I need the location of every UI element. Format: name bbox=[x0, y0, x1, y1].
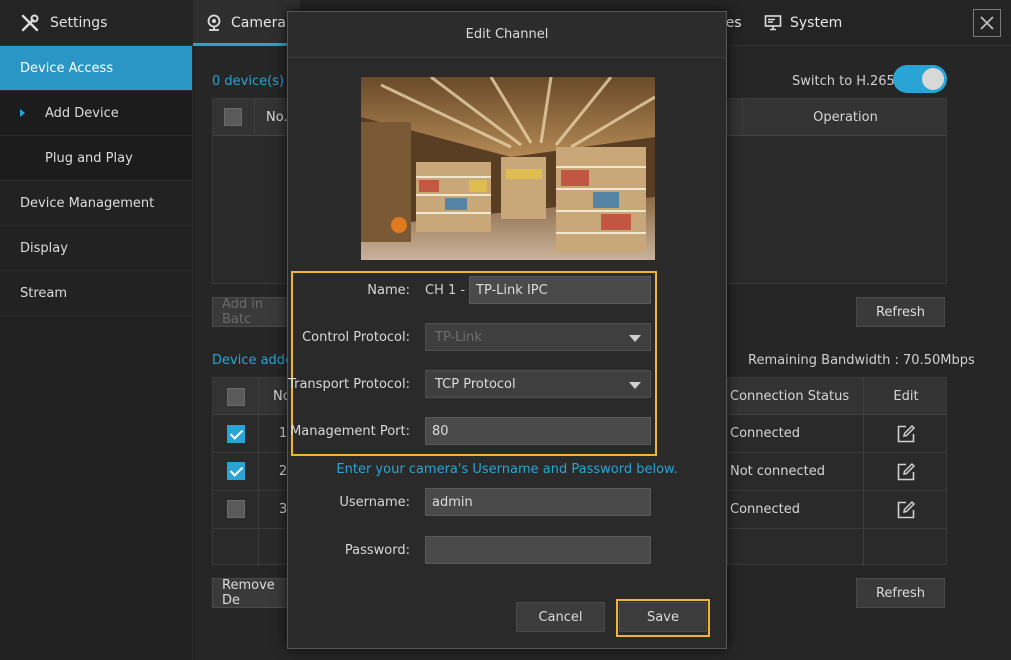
sidebar-item-label: Device Access bbox=[20, 60, 114, 76]
tab-camera[interactable]: Camera bbox=[193, 0, 300, 46]
edit-icon[interactable] bbox=[896, 500, 916, 520]
chevron-down-icon bbox=[629, 382, 641, 389]
add-in-batch-button[interactable]: Add in Batc bbox=[212, 297, 292, 327]
h265-toggle[interactable] bbox=[893, 65, 947, 93]
row-checkbox[interactable] bbox=[227, 462, 245, 480]
refresh-button-top[interactable]: Refresh bbox=[856, 297, 945, 327]
close-icon bbox=[980, 16, 994, 30]
username-label: Username: bbox=[339, 495, 410, 510]
h265-switch-label: Switch to H.265 bbox=[792, 74, 895, 89]
tab-camera-label: Camera bbox=[231, 15, 286, 31]
save-button[interactable]: Save bbox=[619, 602, 707, 632]
username-input[interactable]: admin bbox=[425, 488, 651, 516]
edit-icon[interactable] bbox=[896, 462, 916, 482]
channel-prefix: CH 1 - bbox=[425, 283, 466, 298]
select-all-checkbox[interactable] bbox=[224, 108, 242, 126]
control-protocol-select[interactable]: TP-Link bbox=[425, 323, 651, 351]
sidebar-item-display[interactable]: Display bbox=[0, 226, 192, 271]
app-brand: Settings bbox=[0, 0, 193, 46]
credentials-hint: Enter your camera's Username and Passwor… bbox=[336, 462, 678, 477]
chevron-down-icon bbox=[629, 335, 641, 342]
sidebar-item-stream[interactable]: Stream bbox=[0, 271, 192, 316]
caret-right-icon bbox=[20, 109, 25, 117]
sidebar-item-device-access[interactable]: Device Access bbox=[0, 46, 192, 91]
refresh-label: Refresh bbox=[875, 304, 926, 320]
control-protocol-label: Control Protocol: bbox=[302, 330, 410, 345]
refresh-label: Refresh bbox=[875, 585, 926, 601]
sidebar: Device Access Add Device Plug and Play D… bbox=[0, 46, 193, 660]
tools-icon bbox=[21, 14, 39, 32]
management-port-label: Management Port: bbox=[290, 424, 410, 439]
password-label: Password: bbox=[344, 543, 410, 558]
cancel-button[interactable]: Cancel bbox=[516, 602, 605, 632]
tab-system[interactable]: System bbox=[764, 0, 842, 46]
app-title: Settings bbox=[50, 15, 108, 31]
found-devices-text: 0 device(s) f bbox=[212, 74, 293, 89]
row-checkbox[interactable] bbox=[227, 500, 245, 518]
refresh-button-bottom[interactable]: Refresh bbox=[856, 578, 945, 608]
add-in-batch-label: Add in Batc bbox=[222, 297, 264, 327]
col-operation-header: Operation bbox=[813, 110, 878, 125]
edit-icon[interactable] bbox=[896, 424, 916, 444]
sidebar-item-label: Plug and Play bbox=[45, 150, 133, 166]
row-checkbox[interactable] bbox=[227, 425, 245, 443]
dialog-title: Edit Channel bbox=[288, 12, 726, 58]
sidebar-item-add-device[interactable]: Add Device bbox=[0, 91, 192, 136]
select-all-checkbox[interactable] bbox=[227, 388, 245, 406]
sidebar-item-plug-and-play[interactable]: Plug and Play bbox=[0, 136, 192, 181]
save-label: Save bbox=[647, 609, 679, 625]
device-added-text: Device adde bbox=[212, 353, 294, 368]
tab-system-label: System bbox=[790, 15, 843, 31]
sidebar-item-label: Stream bbox=[20, 285, 68, 301]
monitor-icon bbox=[764, 15, 782, 31]
cancel-label: Cancel bbox=[538, 609, 583, 625]
row-status: Not connected bbox=[730, 464, 825, 479]
remaining-bandwidth-text: Remaining Bandwidth : 70.50Mbps bbox=[748, 353, 975, 368]
col-no-header: No. bbox=[266, 110, 288, 125]
name-label: Name: bbox=[367, 283, 410, 298]
control-protocol-value: TP-Link bbox=[435, 329, 482, 345]
sidebar-item-label: Add Device bbox=[45, 105, 119, 121]
remove-device-button[interactable]: Remove De bbox=[212, 578, 292, 608]
management-port-input[interactable]: 80 bbox=[425, 417, 651, 445]
row-status: Connected bbox=[730, 502, 801, 517]
sidebar-item-label: Device Management bbox=[20, 195, 155, 211]
sidebar-item-device-management[interactable]: Device Management bbox=[0, 181, 192, 226]
col-edit-header: Edit bbox=[893, 389, 919, 404]
edit-channel-dialog: Edit Channel Name: CH 1 - TP-Link IPC Co… bbox=[287, 11, 727, 649]
name-input[interactable]: TP-Link IPC bbox=[469, 276, 651, 304]
top-nav: Camera bbox=[193, 0, 300, 46]
col-connection-status-header: Connection Status bbox=[730, 389, 850, 404]
row-status: Connected bbox=[730, 426, 801, 441]
remove-device-label: Remove De bbox=[222, 578, 275, 608]
transport-protocol-label: Transport Protocol: bbox=[288, 377, 410, 392]
close-button[interactable] bbox=[973, 9, 1001, 37]
sidebar-item-label: Display bbox=[20, 240, 68, 256]
transport-protocol-value: TCP Protocol bbox=[435, 376, 516, 392]
camera-icon bbox=[207, 14, 221, 31]
store-scene-image bbox=[361, 77, 655, 260]
transport-protocol-select[interactable]: TCP Protocol bbox=[425, 370, 651, 398]
password-input[interactable] bbox=[425, 536, 651, 564]
camera-preview-image bbox=[361, 77, 655, 260]
